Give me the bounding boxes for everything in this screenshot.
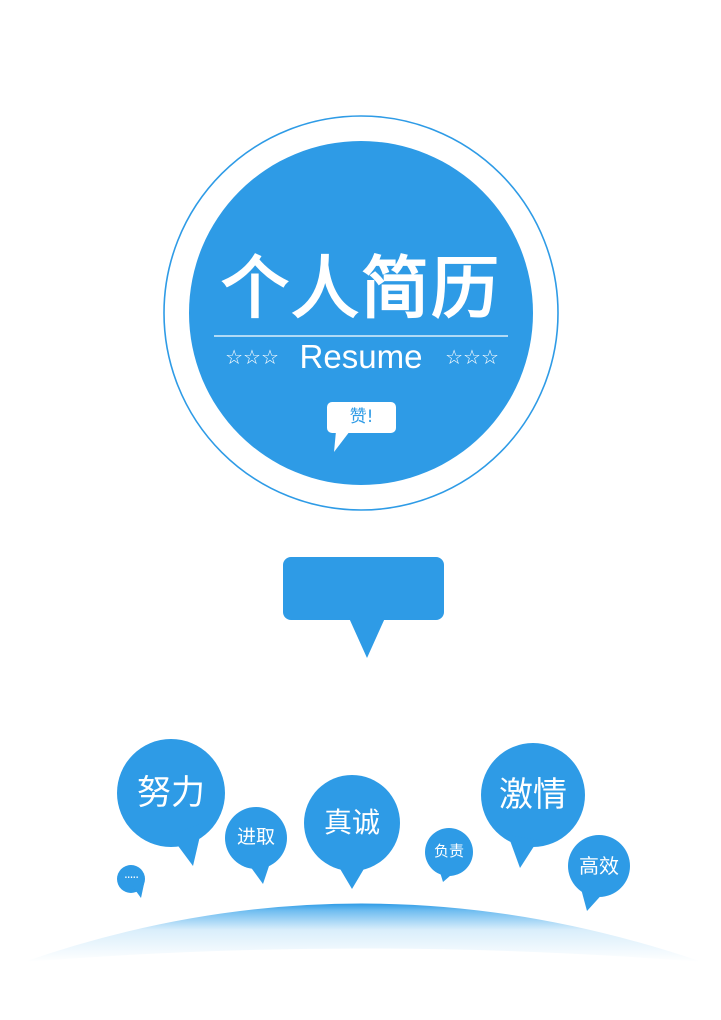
keyword-gaoxiao: 高效 xyxy=(579,854,619,878)
badge-text: 赞! xyxy=(349,407,374,427)
stars-left: ☆☆☆ xyxy=(225,345,279,369)
keyword-fuze: 负责 xyxy=(433,842,464,860)
keyword-jinqu: 进取 xyxy=(236,826,275,848)
callout-bubble xyxy=(283,557,444,658)
keyword-nuli: 努力 xyxy=(137,773,205,813)
horizon-arc xyxy=(24,903,702,962)
resume-subtitle: Resume xyxy=(299,338,423,375)
keyword-jiqing: 激情 xyxy=(499,775,567,815)
keyword-dots: ..... xyxy=(123,867,139,881)
page-title: 个人简历 xyxy=(220,250,501,329)
keyword-zhencheng: 真诚 xyxy=(323,806,380,839)
stars-right: ☆☆☆ xyxy=(445,345,499,369)
